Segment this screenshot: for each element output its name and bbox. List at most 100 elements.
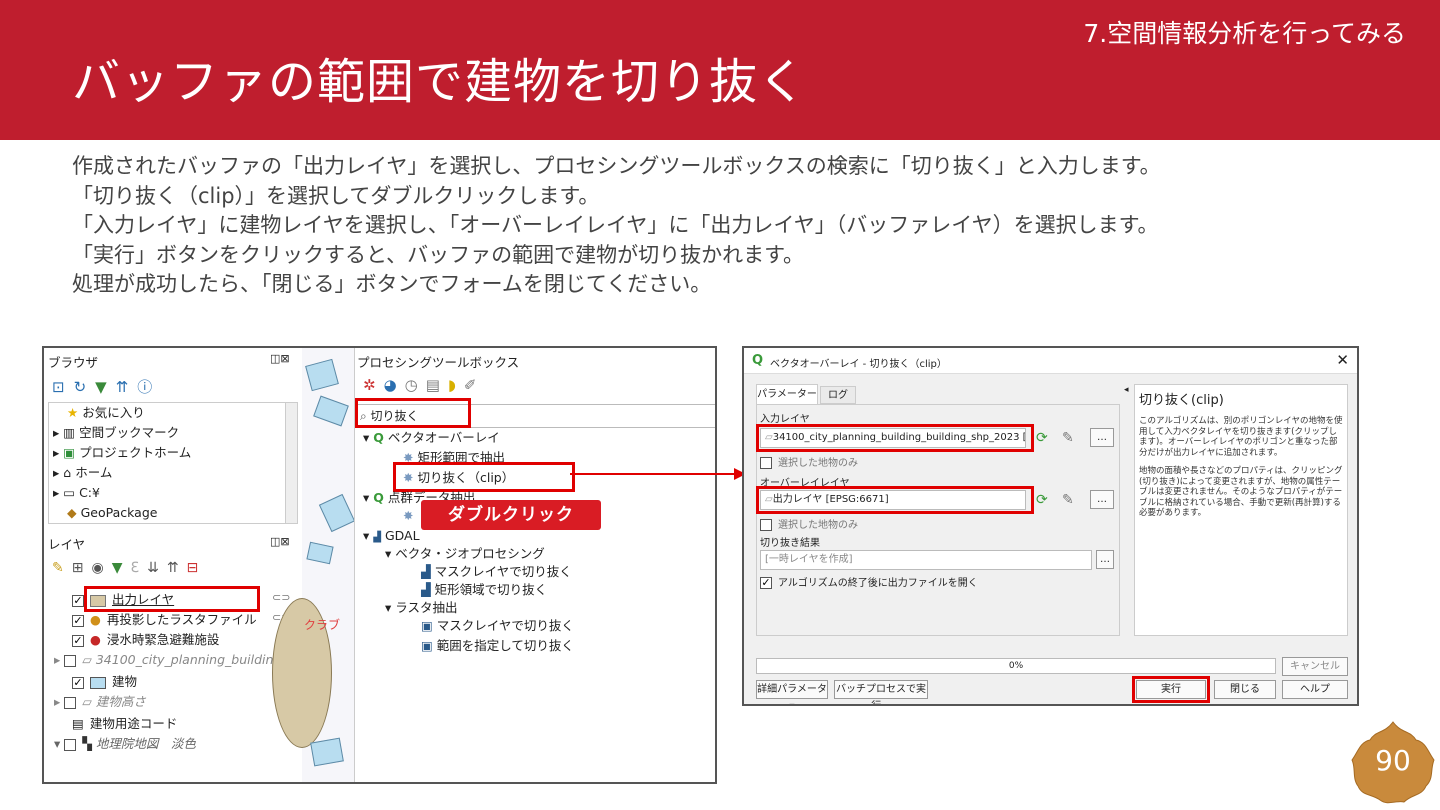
collapse-help-icon[interactable]: ◂ bbox=[1124, 382, 1129, 398]
layer-checkbox[interactable] bbox=[64, 738, 77, 751]
layer-checkbox[interactable]: ✓ bbox=[72, 634, 84, 647]
history-icon[interactable]: ◷ bbox=[405, 376, 426, 394]
tool-item[interactable]: ▟ マスクレイヤで切り抜く bbox=[421, 562, 572, 582]
edit-icon[interactable]: ◗ bbox=[448, 376, 464, 394]
remove-layer-icon[interactable]: ⊟ bbox=[187, 560, 207, 576]
layer-checkbox[interactable]: ✓ bbox=[72, 594, 84, 607]
add-group-icon[interactable]: ⊞ bbox=[72, 560, 92, 576]
dialog-titlebar: Q ベクタオーバーレイ - 切り抜く（clip） ✕ bbox=[744, 348, 1357, 374]
overlay-selected-only-checkbox[interactable]: 選択した地物のみ bbox=[760, 516, 858, 531]
refresh-icon[interactable]: ↻ bbox=[74, 378, 96, 396]
visibility-icon[interactable]: ◉ bbox=[91, 560, 111, 576]
layer-item[interactable]: ✓ 建物 bbox=[72, 672, 137, 692]
layer-checkbox[interactable] bbox=[64, 654, 77, 667]
collapse-all-icon[interactable]: ⇈ bbox=[167, 560, 187, 576]
home-icon: ⌂ bbox=[63, 465, 72, 480]
open-output-checkbox[interactable]: ✓ アルゴリズムの終了後に出力ファイルを開く bbox=[760, 574, 978, 589]
tool-item[interactable]: ▣ マスクレイヤで切り抜く bbox=[421, 616, 574, 636]
input-layer-more-button[interactable]: … bbox=[1090, 428, 1114, 447]
layer-item[interactable]: ▾ ▚ 地理院地図 淡色 bbox=[54, 734, 196, 754]
tool-item[interactable]: ✸ bbox=[403, 506, 413, 526]
info-icon[interactable]: ⓘ bbox=[137, 378, 161, 396]
options-icon[interactable]: ✐ bbox=[464, 376, 485, 394]
collapse-icon[interactable]: ▾ bbox=[363, 430, 369, 445]
wrench-icon[interactable]: ✎ bbox=[1062, 492, 1074, 508]
layer-item[interactable]: ▤ 建物用途コード bbox=[72, 714, 177, 734]
panel-float-close-icon[interactable]: ◫⊠ bbox=[270, 534, 290, 550]
layer-item[interactable]: ✓ ● 浸水時緊急避難施設 bbox=[72, 630, 219, 650]
selected-only-checkbox[interactable]: 選択した地物のみ bbox=[760, 454, 858, 469]
layer-item[interactable]: ✓ ● 再投影したラスタファイル bbox=[72, 610, 257, 630]
gear-icon[interactable]: ✲ bbox=[363, 376, 384, 394]
tool-item[interactable]: ▟ 矩形領域で切り抜く bbox=[421, 580, 547, 600]
result-browse-button[interactable]: … bbox=[1096, 550, 1114, 569]
building-shape bbox=[305, 358, 339, 392]
browser-scrollbar[interactable] bbox=[285, 403, 297, 523]
collapse-icon[interactable]: ▾ bbox=[385, 546, 391, 561]
filter-icon[interactable]: ▼ bbox=[95, 378, 116, 396]
layers-panel-title: レイヤ bbox=[48, 537, 86, 552]
tree-item[interactable]: ▸ ▥ 空間ブックマーク bbox=[53, 423, 179, 443]
browser-panel-title: ブラウザ bbox=[48, 355, 99, 370]
collapse-icon[interactable]: ▾ bbox=[363, 528, 369, 543]
cancel-button[interactable]: キャンセル bbox=[1282, 657, 1348, 676]
overlay-layer-more-button[interactable]: … bbox=[1090, 490, 1114, 509]
expand-icon[interactable]: ▸ bbox=[53, 485, 59, 500]
iterate-icon[interactable]: ⟳ bbox=[1036, 430, 1048, 446]
instruction-line: 「入力レイヤ」に建物レイヤを選択し、「オーバーレイレイヤ」に「出力レイヤ」（バッ… bbox=[72, 213, 1159, 237]
expand-icon[interactable]: ▸ bbox=[53, 465, 59, 480]
expand-icon[interactable]: ▸ bbox=[53, 445, 59, 460]
building-shape bbox=[306, 541, 334, 565]
filter-icon[interactable]: ▼ bbox=[112, 560, 131, 576]
input-layer-label: 入力レイヤ bbox=[760, 414, 810, 425]
layer-item[interactable]: ▸ ▱ 34100_city_planning_building_ bbox=[54, 650, 288, 670]
style-icon[interactable]: ✎ bbox=[52, 560, 72, 576]
indicator-icon[interactable]: ⊂⊃ bbox=[272, 590, 290, 606]
expand-icon[interactable]: ▸ bbox=[53, 425, 59, 440]
layer-checkbox[interactable]: ✓ bbox=[72, 676, 84, 689]
layer-checkbox[interactable] bbox=[64, 696, 77, 709]
polygon-layer-icon: ▱ bbox=[82, 694, 96, 709]
expand-icon[interactable]: ▸ bbox=[54, 652, 60, 667]
instructions: 作成されたバッファの「出力レイヤ」を選択し、プロセシングツールボックスの検索に「… bbox=[72, 152, 1402, 300]
tab-parameters[interactable]: パラメーター bbox=[756, 384, 818, 404]
point-symbol-icon: ● bbox=[90, 632, 101, 647]
batch-process-button[interactable]: バッチプロセスで実行... bbox=[834, 680, 928, 704]
add-icon[interactable]: ⊡ bbox=[52, 378, 74, 396]
tree-group[interactable]: ▾ ラスタ抽出 bbox=[385, 598, 458, 618]
collapse-icon[interactable]: ⇈ bbox=[116, 378, 138, 396]
layer-item[interactable]: ▸ ▱ 建物高さ bbox=[54, 692, 146, 712]
wrench-icon[interactable]: ✎ bbox=[1062, 430, 1074, 446]
advanced-params-button[interactable]: 詳細パラメータ ▾ bbox=[756, 680, 828, 704]
map-canvas[interactable]: クラブ bbox=[272, 348, 356, 782]
collapse-icon[interactable]: ▾ bbox=[363, 490, 369, 505]
close-button[interactable]: 閉じる bbox=[1214, 680, 1276, 699]
result-output-field[interactable]: [一時レイヤを作成] bbox=[760, 550, 1092, 570]
iterate-icon[interactable]: ⟳ bbox=[1036, 492, 1048, 508]
tree-item[interactable]: ◆ GeoPackage bbox=[67, 503, 157, 523]
help-button[interactable]: ヘルプ bbox=[1282, 680, 1348, 699]
expand-icon[interactable]: ▸ bbox=[54, 694, 60, 709]
tool-item[interactable]: ▣ 範囲を指定して切り抜く bbox=[421, 636, 574, 656]
tree-item[interactable]: ▸ ⌂ ホーム bbox=[53, 463, 112, 483]
close-icon[interactable]: ✕ bbox=[1336, 351, 1349, 369]
filter-expr-icon[interactable]: ℇ bbox=[130, 560, 147, 576]
python-icon[interactable]: ◕ bbox=[384, 376, 405, 394]
tree-item[interactable]: ▸ ▭ C:¥ bbox=[53, 483, 100, 503]
instruction-line: 処理が成功したら、「閉じる」ボタンでフォームを閉じてください。 bbox=[72, 272, 712, 296]
results-icon[interactable]: ▤ bbox=[426, 376, 448, 394]
tab-log[interactable]: ログ bbox=[820, 386, 856, 404]
tree-item[interactable]: ▸ ▣ プロジェクトホーム bbox=[53, 443, 191, 463]
expand-all-icon[interactable]: ⇊ bbox=[147, 560, 167, 576]
dialog-title: ベクタオーバーレイ - 切り抜く（clip） bbox=[770, 359, 947, 370]
double-click-callout: ダブルクリック bbox=[421, 500, 601, 530]
tree-group[interactable]: ▾ ▟ GDAL bbox=[363, 526, 420, 546]
tree-group[interactable]: ▾ ベクタ・ジオプロセシング bbox=[385, 544, 545, 564]
tree-group[interactable]: ▾ Q ベクタオーバーレイ bbox=[363, 428, 500, 448]
collapse-icon[interactable]: ▾ bbox=[54, 736, 60, 751]
folder-icon: ▭ bbox=[63, 485, 76, 500]
layer-checkbox[interactable]: ✓ bbox=[72, 614, 84, 627]
tree-item[interactable]: ★ お気に入り bbox=[67, 403, 145, 423]
panel-float-close-icon[interactable]: ◫⊠ bbox=[270, 351, 290, 367]
collapse-icon[interactable]: ▾ bbox=[385, 600, 391, 615]
